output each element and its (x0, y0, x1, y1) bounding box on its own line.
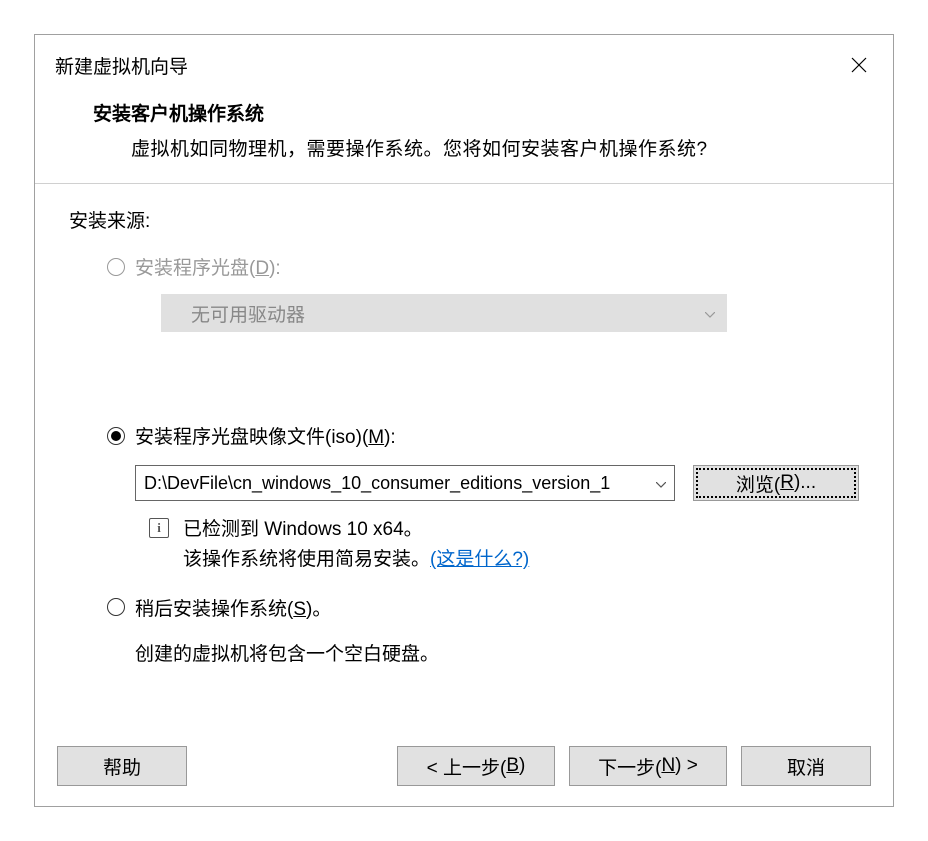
title-bar: 新建虚拟机向导 (35, 35, 893, 93)
detected-os-text: 已检测到 Windows 10 x64。 (183, 515, 529, 545)
disc-dropdown: 无可用驱动器 (161, 294, 727, 332)
close-button[interactable] (843, 49, 875, 81)
option-iso[interactable]: 安装程序光盘映像文件(iso)(M): D:\DevFile\cn_window… (107, 422, 859, 576)
wizard-dialog: 新建虚拟机向导 安装客户机操作系统 虚拟机如同物理机，需要操作系统。您将如何安装… (34, 34, 894, 807)
option-disc-label: 安装程序光盘(D): (135, 253, 281, 280)
whats-this-link[interactable]: (这是什么?) (430, 549, 529, 570)
option-later-label: 稍后安装操作系统(S)。 (135, 594, 331, 621)
later-note: 创建的虚拟机将包含一个空白硬盘。 (135, 639, 859, 666)
option-later[interactable]: 稍后安装操作系统(S)。 创建的虚拟机将包含一个空白硬盘。 (107, 594, 859, 666)
content-area: 安装来源: 安装程序光盘(D): 无可用驱动器 (35, 184, 893, 732)
header-subtitle: 虚拟机如同物理机，需要操作系统。您将如何安装客户机操作系统? (131, 134, 873, 161)
button-bar: 帮助 < 上一步(B) 下一步(N) > 取消 (35, 732, 893, 806)
source-label: 安装来源: (69, 206, 859, 233)
header-section: 安装客户机操作系统 虚拟机如同物理机，需要操作系统。您将如何安装客户机操作系统? (35, 93, 893, 183)
radio-icon (107, 598, 125, 616)
info-icon: i (149, 518, 169, 538)
cancel-button[interactable]: 取消 (741, 746, 871, 786)
detection-info: i 已检测到 Windows 10 x64。 该操作系统将使用简易安装。(这是什… (149, 515, 859, 576)
close-icon (850, 56, 868, 74)
chevron-down-icon (705, 302, 715, 324)
radio-icon (107, 258, 125, 276)
radio-group: 安装程序光盘(D): 无可用驱动器 安装程序光盘映像文件(iso)(M): (107, 253, 859, 666)
header-title: 安装客户机操作系统 (93, 99, 873, 126)
option-disc[interactable]: 安装程序光盘(D): 无可用驱动器 (107, 253, 859, 332)
iso-path-input[interactable]: D:\DevFile\cn_windows_10_consumer_editio… (135, 465, 675, 501)
option-iso-label: 安装程序光盘映像文件(iso)(M): (135, 422, 396, 449)
easy-install-text: 该操作系统将使用简易安装。(这是什么?) (183, 545, 529, 575)
next-button[interactable]: 下一步(N) > (569, 746, 727, 786)
help-button[interactable]: 帮助 (57, 746, 187, 786)
radio-icon (107, 427, 125, 445)
chevron-down-icon (656, 476, 666, 491)
browse-button[interactable]: 浏览(R)... (693, 465, 859, 501)
back-button[interactable]: < 上一步(B) (397, 746, 555, 786)
dialog-title: 新建虚拟机向导 (55, 52, 188, 79)
